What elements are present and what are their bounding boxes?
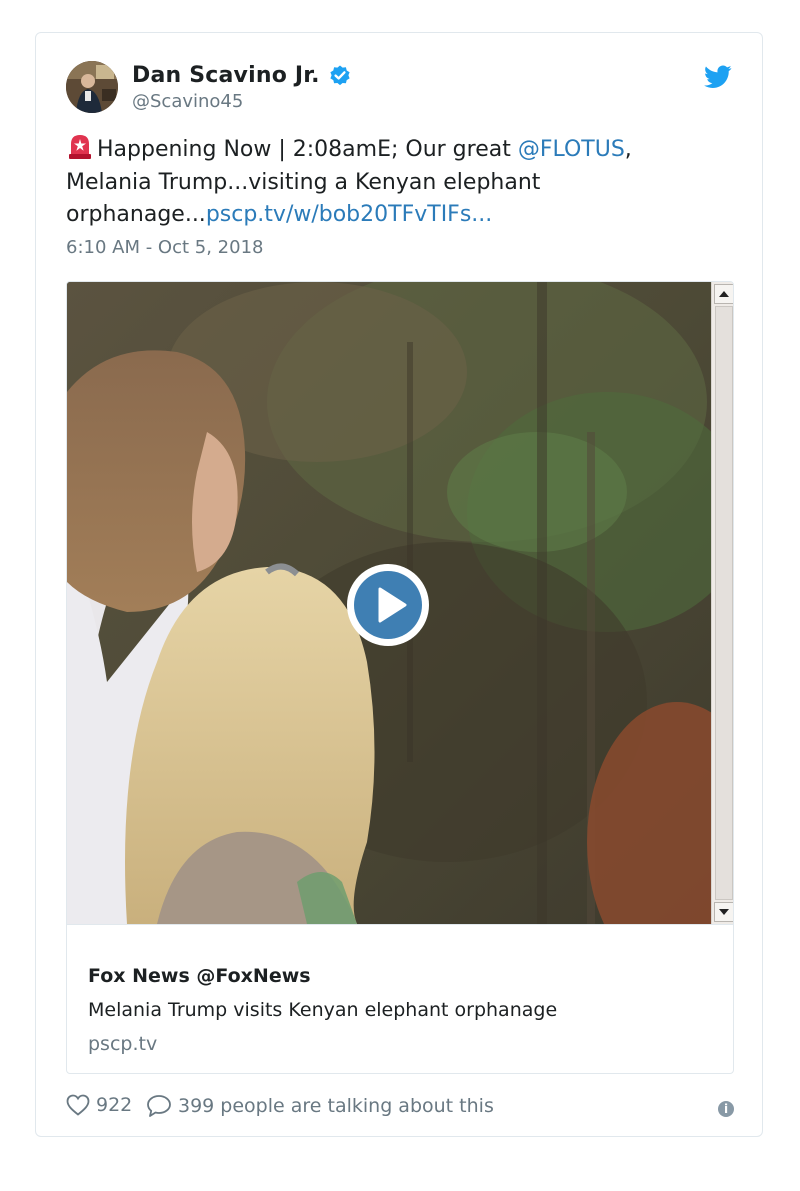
media-card-domain: pscp.tv: [88, 1033, 158, 1055]
embedded-tweet: Dan Scavino Jr. @Scavino45 Happening Now…: [35, 32, 763, 1137]
scroll-up-button[interactable]: [714, 284, 733, 304]
author-handle[interactable]: @Scavino45: [132, 91, 243, 112]
tweet-text: Happening Now | 2:08amE; Our great @FLOT…: [66, 133, 706, 232]
verified-badge-icon: [330, 65, 350, 85]
video-player[interactable]: [67, 282, 711, 924]
scroll-thumb[interactable]: [715, 306, 733, 900]
speech-bubble-icon: [147, 1095, 171, 1117]
info-icon[interactable]: i: [718, 1101, 734, 1117]
like-count: 922: [96, 1094, 133, 1116]
author-name-row[interactable]: Dan Scavino Jr.: [132, 63, 352, 88]
video-scrollbar[interactable]: [711, 282, 733, 924]
rotating-light-emoji-icon: [69, 135, 91, 159]
tweet-timestamp[interactable]: 6:10 AM - Oct 5, 2018: [66, 237, 263, 258]
arrow-down-icon: [719, 909, 729, 915]
media-card-title[interactable]: Melania Trump visits Kenyan elephant orp…: [88, 999, 557, 1021]
media-card-author: Fox News @FoxNews: [88, 965, 311, 987]
tweet-footer: 922 399 people are talking about this i: [66, 1094, 734, 1124]
twitter-bird-icon[interactable]: [704, 65, 732, 89]
play-icon[interactable]: [345, 562, 431, 648]
avatar[interactable]: [66, 61, 118, 113]
talking-count: 399 people are talking about this: [178, 1095, 494, 1117]
arrow-up-icon: [719, 291, 729, 297]
like-button[interactable]: 922: [66, 1094, 132, 1116]
mention-link[interactable]: @FLOTUS: [518, 137, 625, 162]
tweet-url-link[interactable]: pscp.tv/w/bob20TFvTIFs...: [206, 202, 492, 227]
scroll-down-button[interactable]: [714, 902, 733, 922]
tweet-text-part1: Happening Now | 2:08amE; Our great: [97, 137, 518, 162]
media-card-info[interactable]: Fox News @FoxNews Melania Trump visits K…: [67, 924, 733, 1073]
media-card[interactable]: Fox News @FoxNews Melania Trump visits K…: [66, 281, 734, 1074]
conversation-link[interactable]: 399 people are talking about this: [146, 1094, 494, 1118]
heart-icon: [66, 1094, 90, 1116]
author-name[interactable]: Dan Scavino Jr.: [132, 63, 320, 88]
